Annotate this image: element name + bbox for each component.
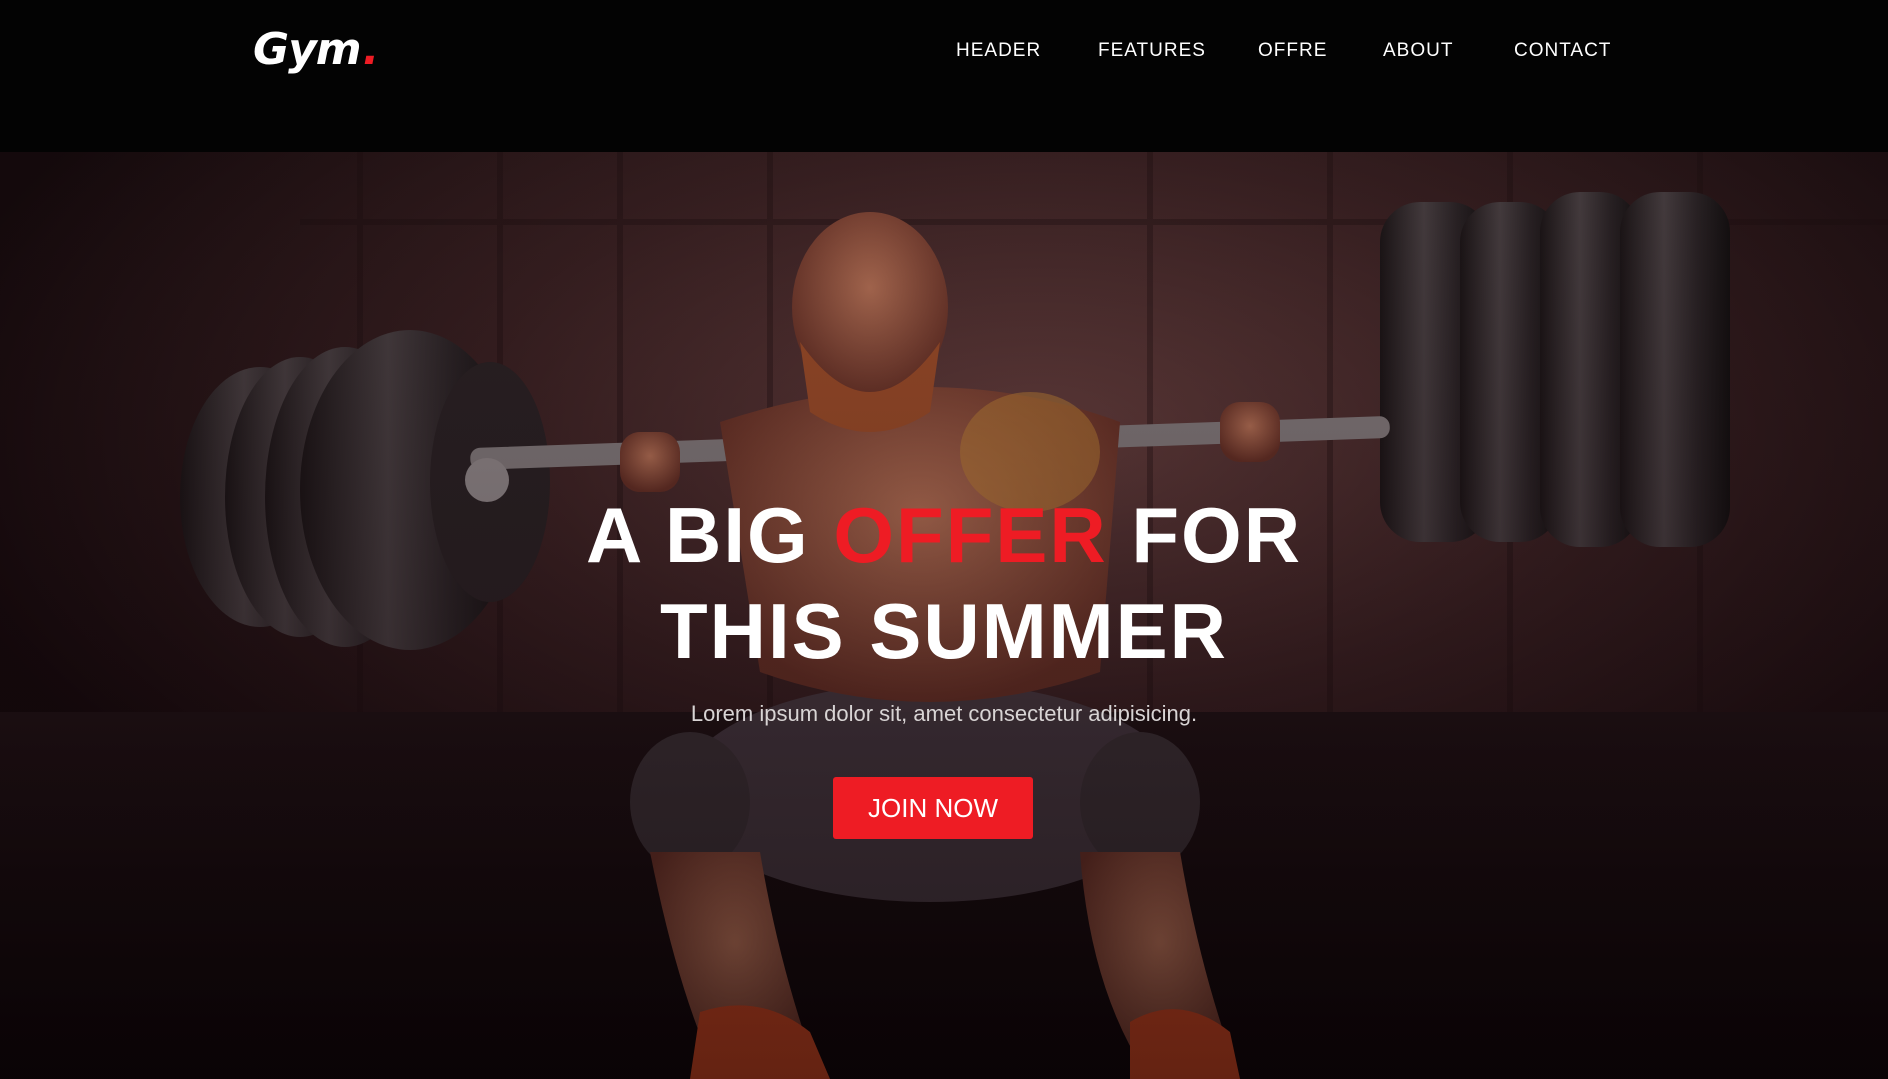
nav-link-features[interactable]: FEATURES (1098, 36, 1206, 66)
join-now-button[interactable]: JOIN NOW (833, 777, 1033, 839)
page: Gym. HEADER FEATURES OFFRE ABOUT CONTACT (0, 0, 1888, 1079)
hero-title-part1: A BIG (585, 491, 834, 579)
hero-title-line2: THIS SUMMER (660, 587, 1228, 675)
hero-title: A BIG OFFER FOR THIS SUMMER (0, 487, 1888, 679)
nav-link-offre[interactable]: OFFRE (1258, 36, 1327, 66)
nav-link-about[interactable]: ABOUT (1383, 36, 1453, 66)
nav-link-header[interactable]: HEADER (956, 36, 1041, 66)
site-header: Gym. HEADER FEATURES OFFRE ABOUT CONTACT (0, 0, 1888, 152)
hero-title-accent: OFFER (833, 491, 1108, 579)
main-nav: HEADER FEATURES OFFRE ABOUT CONTACT (0, 36, 1888, 66)
hero-section: A BIG OFFER FOR THIS SUMMER Lorem ipsum … (0, 152, 1888, 1079)
nav-link-contact[interactable]: CONTACT (1514, 36, 1611, 66)
hero-subtitle: Lorem ipsum dolor sit, amet consectetur … (690, 701, 1198, 726)
hero-title-part2: FOR (1107, 491, 1303, 579)
